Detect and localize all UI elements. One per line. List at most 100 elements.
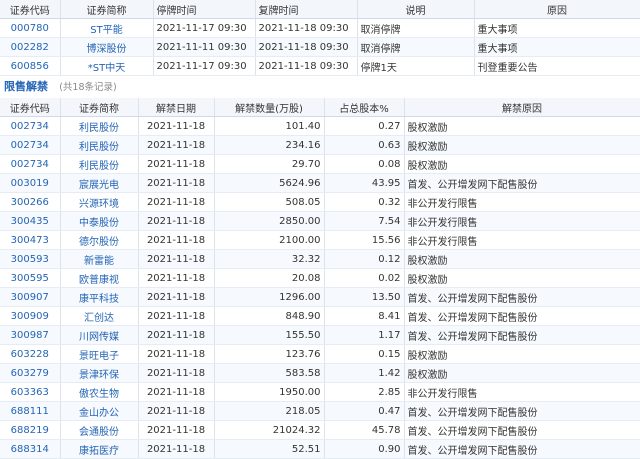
stock-code-link[interactable]: 002734 [0,135,61,155]
stock-name-link[interactable]: 康拓医疗 [60,439,139,459]
unlock-date: 2021-11-18 [138,116,215,136]
stock-code-link[interactable]: 300909 [0,306,61,326]
share-percent: 2.85 [324,382,405,402]
header-name: 证券简称 [60,98,139,117]
unlock-reason: 股权激励 [404,249,640,269]
suspension-header-row: 证券代码 证券简称 停牌时间 复牌时间 说明 原因 [0,0,640,19]
header-percent: 占总股本% [324,98,405,117]
table-row: 002734 利民股份 2021-11-18 234.16 0.63 股权激励 [0,135,640,155]
stock-name-link[interactable]: 博深股份 [60,37,154,57]
stock-name-link[interactable]: ST平能 [60,18,154,38]
stock-code-link[interactable]: 002734 [0,154,61,174]
table-row: 002734 利民股份 2021-11-18 29.70 0.08 股权激励 [0,154,640,174]
stock-name-link[interactable]: 利民股份 [60,116,139,136]
stock-name-link[interactable]: 川网传媒 [60,325,139,345]
share-percent: 0.90 [324,439,405,459]
unlock-quantity: 29.70 [214,154,325,174]
header-unlock-reason: 解禁原因 [404,98,640,117]
stock-name-link[interactable]: 利民股份 [60,135,139,155]
header-note: 说明 [357,0,475,19]
stock-code-link[interactable]: 003019 [0,173,61,193]
stock-name-link[interactable]: 康平科技 [60,287,139,307]
unlock-section-header: 限售解禁 (共18条记录) [0,76,640,98]
unlock-reason: 首发、公开增发网下配售股份 [404,287,640,307]
unlock-quantity: 1296.00 [214,287,325,307]
stock-name-link[interactable]: 景旺电子 [60,344,139,364]
stock-name-link[interactable]: 汇创达 [60,306,139,326]
stock-code-link[interactable]: 000780 [0,18,61,38]
stock-name-link[interactable]: 景津环保 [60,363,139,383]
header-reason: 原因 [474,0,640,19]
unlock-reason: 首发、公开增发网下配售股份 [404,325,640,345]
reason: 重大事项 [474,18,640,38]
share-percent: 0.63 [324,135,405,155]
unlock-reason: 股权激励 [404,154,640,174]
stock-name-link[interactable]: 欧普康视 [60,268,139,288]
stock-code-link[interactable]: 300266 [0,192,61,212]
unlock-reason: 股权激励 [404,116,640,136]
header-name: 证券简称 [60,0,154,19]
note: 取消停牌 [357,37,475,57]
unlock-quantity: 21024.32 [214,420,325,440]
table-row: 688314 康拓医疗 2021-11-18 52.51 0.90 首发、公开增发网下配售… [0,439,640,459]
stock-code-link[interactable]: 688219 [0,420,61,440]
stock-code-link[interactable]: 603228 [0,344,61,364]
stock-code-link[interactable]: 688314 [0,439,61,459]
unlock-date: 2021-11-18 [138,287,215,307]
stock-code-link[interactable]: 002282 [0,37,61,57]
stock-code-link[interactable]: 300473 [0,230,61,250]
stock-name-link[interactable]: 会通股份 [60,420,139,440]
stock-code-link[interactable]: 300907 [0,287,61,307]
table-row: 000780 ST平能 2021-11-17 09:30 2021-11-18 09:… [0,18,640,38]
stock-code-link[interactable]: 603363 [0,382,61,402]
stock-code-link[interactable]: 603279 [0,363,61,383]
stock-code-link[interactable]: 002734 [0,116,61,136]
table-row: 300266 兴源环境 2021-11-18 508.05 0.32 非公开发行限售 [0,192,640,212]
stock-name-link[interactable]: *ST中天 [60,56,154,76]
unlock-date: 2021-11-18 [138,211,215,231]
unlock-quantity: 234.16 [214,135,325,155]
stock-code-link[interactable]: 600856 [0,56,61,76]
unlock-quantity: 32.32 [214,249,325,269]
unlock-date: 2021-11-18 [138,306,215,326]
table-row: 002282 博深股份 2021-11-11 09:30 2021-11-18 09:… [0,37,640,57]
table-row: 603279 景津环保 2021-11-18 583.58 1.42 股权激励 [0,363,640,383]
unlock-quantity: 508.05 [214,192,325,212]
stock-code-link[interactable]: 300593 [0,249,61,269]
stock-code-link[interactable]: 300987 [0,325,61,345]
resume-time: 2021-11-18 09:30 [255,18,358,38]
unlock-date: 2021-11-18 [138,382,215,402]
table-row: 603228 景旺电子 2021-11-18 123.76 0.15 股权激励 [0,344,640,364]
table-row: 002734 利民股份 2021-11-18 101.40 0.27 股权激励 [0,116,640,136]
unlock-quantity: 1950.00 [214,382,325,402]
stock-name-link[interactable]: 利民股份 [60,154,139,174]
unlock-quantity: 20.08 [214,268,325,288]
header-date: 解禁日期 [138,98,215,117]
stock-code-link[interactable]: 300435 [0,211,61,231]
share-percent: 43.95 [324,173,405,193]
stock-code-link[interactable]: 300595 [0,268,61,288]
stock-name-link[interactable]: 德尔股份 [60,230,139,250]
unlock-quantity: 583.58 [214,363,325,383]
share-percent: 13.50 [324,287,405,307]
unlock-date: 2021-11-18 [138,420,215,440]
stock-name-link[interactable]: 中泰股份 [60,211,139,231]
stock-name-link[interactable]: 傲农生物 [60,382,139,402]
unlock-date: 2021-11-18 [138,230,215,250]
stock-name-link[interactable]: 兴源环境 [60,192,139,212]
share-percent: 0.27 [324,116,405,136]
share-percent: 0.32 [324,192,405,212]
unlock-reason: 股权激励 [404,344,640,364]
share-percent: 15.56 [324,230,405,250]
resume-time: 2021-11-18 09:30 [255,37,358,57]
unlock-reason: 首发、公开增发网下配售股份 [404,306,640,326]
unlock-date: 2021-11-18 [138,249,215,269]
unlock-reason: 股权激励 [404,135,640,155]
share-percent: 0.12 [324,249,405,269]
unlock-date: 2021-11-18 [138,344,215,364]
table-row: 300593 新雷能 2021-11-18 32.32 0.12 股权激励 [0,249,640,269]
stock-name-link[interactable]: 新雷能 [60,249,139,269]
unlock-reason: 股权激励 [404,363,640,383]
stock-name-link[interactable]: 宸展光电 [60,173,139,193]
stop-time: 2021-11-17 09:30 [153,18,256,38]
